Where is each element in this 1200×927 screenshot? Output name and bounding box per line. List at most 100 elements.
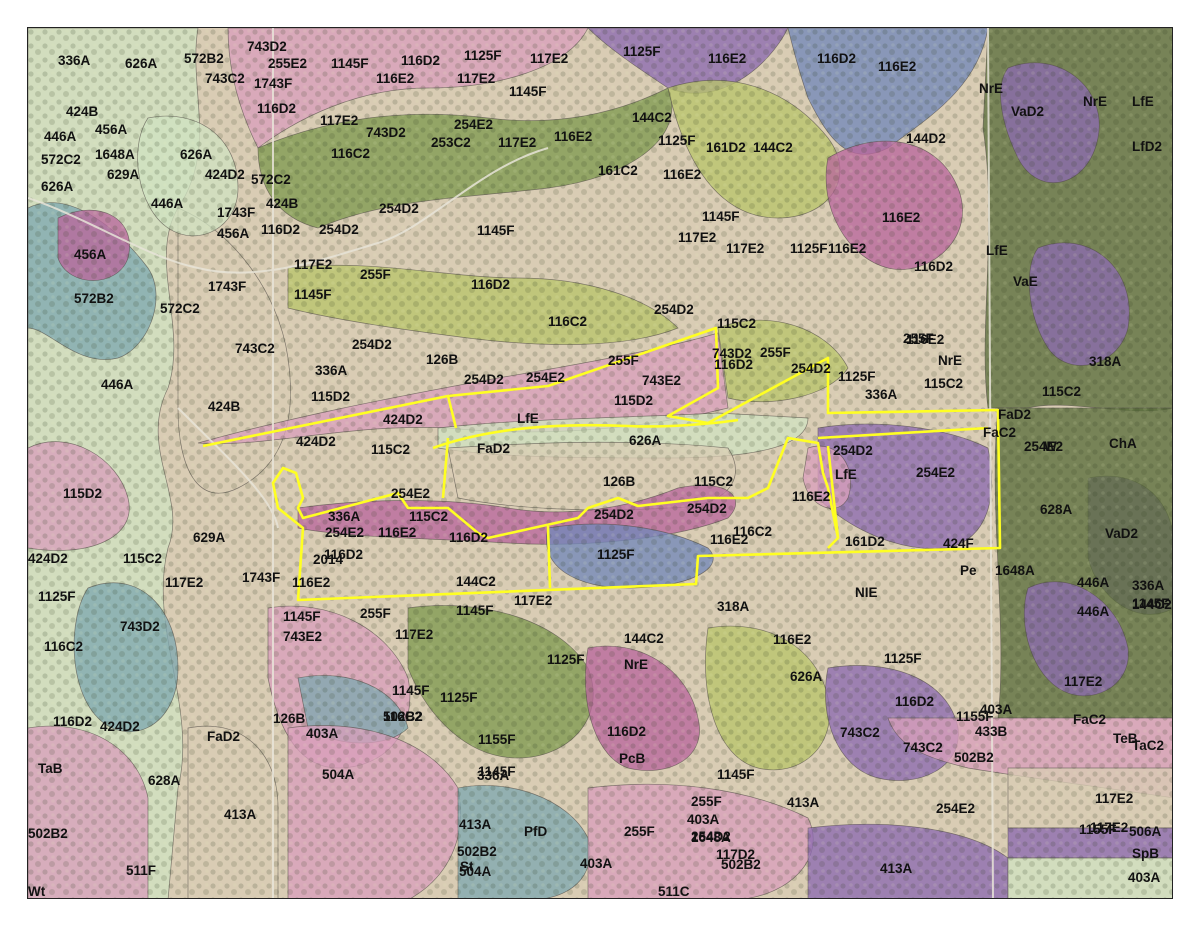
soil-unit-label: 424D2 [383,412,423,427]
soil-unit-label: 254D2 [319,222,359,237]
soil-unit-label: 403A [980,702,1013,717]
soil-unit-label: 116D2 [471,277,510,292]
soil-unit-label: 1648A [691,830,731,845]
soil-unit-label: 255F [624,824,655,839]
soil-unit-label: 161D2 [845,534,885,549]
soil-unit-label: 115C2 [371,442,410,457]
soil-unit-label: 116E2 [882,210,920,225]
soil-unit-label: 1145F [509,84,547,99]
soil-unit-label: 1125F [790,241,828,256]
soil-unit-label: 255F [691,794,722,809]
soil-unit-label: 626A [629,433,662,448]
soil-unit-label: 117E2 [726,241,764,256]
soil-unit-label: 254D2 [352,337,392,352]
soil-unit-label: 254E2 [526,370,565,385]
soil-unit-label: 1145F [294,287,332,302]
soil-unit-label: 413A [880,861,913,876]
soil-unit-label: 254D2 [791,361,831,376]
soil-unit-label: 446A [101,377,134,392]
soil-unit-label: 743D2 [366,125,406,140]
soil-unit-label: 254E2 [454,117,493,132]
soil-unit-label: FaC2 [983,425,1016,440]
soil-unit-label: 1145F [331,56,369,71]
soil-unit-label: 116D2 [895,694,934,709]
soil-unit-label: 629A [193,530,226,545]
soil-unit-label: 629A [107,167,140,182]
soil-unit-label: 424B [66,104,99,119]
soil-unit-label: 254E2 [325,525,364,540]
soil-unit-label: 572C2 [41,152,81,167]
soil-unit-label: 506A [1129,824,1162,839]
soil-unit-label: 626A [790,669,823,684]
soil-unit-label: 254D2 [687,501,727,516]
soil-unit-label: 572B2 [184,51,224,66]
soil-unit-label: 116E2 [376,71,414,86]
soil-unit-label: LfD2 [1132,139,1162,154]
soil-unit-label: Wt [28,884,46,899]
soil-unit-label: 116E2 [906,332,944,347]
soil-survey-map[interactable]: 336A 626A 572B2 743D2 255E2 1145F 116D2 1125F 11… [27,27,1173,899]
soil-unit-label: LfE [517,411,539,426]
soil-unit-label: 456A [74,247,107,262]
soil-unit-label: 126B [603,474,636,489]
soil-unit-label: 116C2 [383,709,422,724]
soil-unit-label: LfE [986,243,1008,258]
soil-unit-label: ChA [1109,436,1137,451]
soil-unit-label: 117E2 [678,230,716,245]
soil-unit-label: 116E2 [708,51,746,66]
soil-unit-label: 743C2 [903,740,943,755]
soil-unit-label: 504A [322,767,355,782]
soil-unit-label: 336A [1132,578,1165,593]
soil-unit-label: 1125F [547,652,585,667]
soil-unit-label: 1145F [477,223,515,238]
soil-unit-label: W [1044,439,1057,454]
soil-unit-label: 1648A [95,147,135,162]
soil-unit-label: 116C2 [548,314,587,329]
soil-unit-label: 117E2 [498,135,536,150]
soil-unit-label: 403A [687,812,720,827]
soil-unit-label: 1125F [440,690,478,705]
soil-unit-label: 1125F [597,547,635,562]
soil-unit-label: 572C2 [251,172,291,187]
soil-unit-label: 336A [58,53,91,68]
soil-unit-label: Pe [960,563,977,578]
soil-unit-label: 626A [41,179,74,194]
soil-unit-label: PcB [619,751,646,766]
soil-unit-label: 628A [148,773,181,788]
soil-unit-label: 1145F [283,609,321,624]
soil-unit-label: 255F [360,606,391,621]
soil-unit-label: 446A [44,129,77,144]
soil-unit-label: 456A [217,226,250,241]
soil-unit-label: 255E2 [268,56,307,71]
soil-unit-label: 1125F [623,44,661,59]
soil-unit-label: 336A [865,387,898,402]
soil-unit-label: 255F [360,267,391,282]
soil-unit-label: VaE [1013,274,1038,289]
soil-unit-label: 413A [224,807,257,822]
soil-unit-label: 446A [1077,604,1110,619]
soil-unit-label: 743E2 [642,373,681,388]
soil-unit-label: NrE [979,81,1003,96]
soil-unit-label: 255F [760,345,791,360]
soil-unit-label: 743C2 [235,341,275,356]
soil-unit-label: NIE [855,585,878,600]
soil-unit-label: FaD2 [998,407,1031,422]
soil-unit-label: SpB [1132,846,1159,861]
soil-unit-label: 424B [208,399,241,414]
soil-unit-label: 626A [125,56,158,71]
soil-unit-label: 144C2 [624,631,664,646]
soil-unit-label: 424D2 [205,167,245,182]
soil-unit-label: 336A [328,509,361,524]
soil-unit-label: 116D2 [257,101,296,116]
soil-unit-label: 1125F [658,133,696,148]
soil-unit-label: 254E2 [936,801,975,816]
soil-unit-label: 1125F [38,589,76,604]
soil-unit-label: 116D2 [401,53,440,68]
soil-unit-label: 116E2 [828,241,866,256]
soil-unit-label: 117E2 [1095,791,1133,806]
soil-unit-label: FaD2 [477,441,510,456]
soil-unit-label: 115D2 [63,486,102,501]
soil-unit-label: 504A [459,864,492,879]
soil-unit-label: 115C2 [694,474,733,489]
soil-unit-label: 254D2 [594,507,634,522]
